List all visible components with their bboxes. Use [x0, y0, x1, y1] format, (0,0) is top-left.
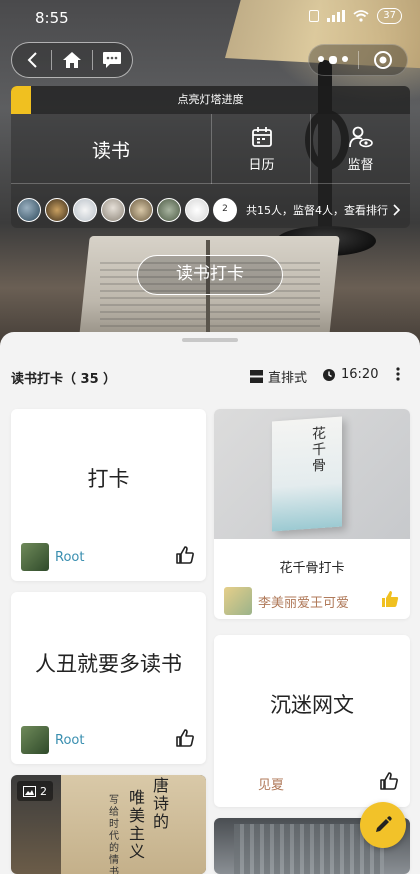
cover-text: 唐诗的 [153, 776, 170, 831]
card-username: 见夏 [258, 777, 285, 793]
avatar [224, 769, 252, 797]
write-checkin-button[interactable] [360, 802, 406, 848]
checkin-button[interactable]: 读书打卡 [137, 255, 283, 295]
wifi-icon [353, 10, 369, 22]
sheet-title: 读书打卡（ 35 ） [11, 372, 117, 387]
home-button[interactable] [52, 42, 91, 78]
layout-icon [250, 370, 263, 383]
checkin-card[interactable]: 人丑就要多读书 Root [11, 592, 206, 764]
sheet-menu-button[interactable] [396, 367, 400, 381]
back-icon [27, 52, 37, 68]
pencil-icon [376, 816, 392, 832]
message-button[interactable] [93, 42, 132, 78]
avatar [21, 726, 49, 754]
member-avatars[interactable]: 2 [17, 198, 237, 222]
message-icon [103, 52, 122, 68]
card-user[interactable]: 见夏 [224, 769, 284, 797]
read-tab[interactable]: 读书 [11, 114, 211, 184]
sheet-header: 读书打卡（ 35 ） 直排式 16:20 [0, 360, 420, 392]
avatar [101, 198, 125, 222]
layout-toggle[interactable]: 直排式 [250, 367, 307, 386]
avatar [45, 198, 69, 222]
progress-title: 点亮灯塔进度 [177, 93, 244, 106]
avatar [185, 198, 209, 222]
avatar [21, 543, 49, 571]
vertical-more-icon [396, 367, 400, 381]
sheet-handle[interactable] [182, 338, 238, 342]
checkin-card[interactable]: 沉迷网文 见夏 [214, 635, 410, 807]
status-time: 8:55 [35, 9, 69, 27]
nav-pill [11, 42, 133, 78]
card-user[interactable]: Root [21, 726, 84, 754]
signal-icon [327, 10, 346, 22]
avatar [224, 587, 252, 615]
card-username: 李美丽爱王可爱 [258, 595, 350, 611]
avatar [17, 198, 41, 222]
card-username: Root [55, 732, 85, 748]
panel-actions: 读书 日历 监督 [11, 114, 410, 184]
image-count-badge: 2 [17, 781, 53, 801]
card-username: Root [55, 549, 85, 565]
sim-icon [309, 10, 320, 22]
back-button[interactable] [12, 42, 51, 78]
ranking-summary: 共15人，监督4人，查看排行 [246, 204, 388, 217]
chevron-right-icon [393, 204, 400, 216]
avatar [73, 198, 97, 222]
more-dots-icon [318, 56, 325, 62]
time-label: 16:20 [341, 367, 379, 382]
supervise-icon [348, 126, 373, 147]
book-cover-title: 花千骨 [312, 425, 326, 475]
capsule-close-button[interactable] [358, 50, 407, 70]
status-icons: 37 [309, 8, 402, 24]
thumb-up-icon[interactable] [175, 545, 195, 565]
checkin-card[interactable]: 花千骨 花千骨打卡 李美丽爱王可爱 [214, 409, 410, 619]
thumb-up-icon[interactable] [379, 771, 399, 791]
mini-program-capsule [308, 44, 408, 76]
more-members-badge: 2 [213, 198, 237, 222]
home-icon [63, 52, 81, 68]
card-text: 人丑就要多读书 [35, 652, 182, 676]
battery-indicator: 37 [377, 8, 402, 24]
avatar [129, 198, 153, 222]
cover-text: 唯美主义 [129, 788, 146, 861]
card-text: 打卡 [87, 467, 130, 491]
progress-bar: 点亮灯塔进度 [11, 86, 410, 114]
card-text: 沉迷网文 [270, 693, 354, 717]
image-count-icon [23, 785, 36, 797]
thumb-up-icon[interactable] [380, 589, 400, 609]
card-caption: 花千骨打卡 [279, 561, 345, 576]
capsule-close-icon [373, 51, 392, 69]
calendar-icon [251, 126, 272, 147]
calendar-button[interactable]: 日历 [211, 114, 311, 184]
book-cover-image: 唐诗的 唯美主义 写给时代的情书 [61, 775, 206, 874]
checkin-card[interactable]: 唐诗的 唯美主义 写给时代的情书 2 [11, 775, 206, 874]
ranking-link[interactable]: 共15人，监督4人，查看排行 [246, 202, 400, 218]
thumb-up-icon[interactable] [175, 728, 195, 748]
calendar-label: 日历 [248, 157, 275, 173]
supervise-button[interactable]: 监督 [310, 114, 410, 184]
supervise-label: 监督 [347, 157, 374, 173]
more-button[interactable] [309, 56, 358, 64]
cover-text: 写给时代的情书 [109, 795, 119, 874]
card-user[interactable]: Root [21, 543, 84, 571]
card-user[interactable]: 李美丽爱王可爱 [224, 587, 349, 615]
book-cover: 花千骨 [272, 416, 342, 532]
lighthouse-panel: 点亮灯塔进度 读书 日历 监督 2 共15人，监督4人，查看排行 [11, 86, 410, 228]
image-count: 2 [40, 784, 47, 798]
clock-icon [323, 368, 335, 381]
status-bar: 8:55 37 [0, 0, 420, 36]
checkin-card[interactable]: 打卡 Root [11, 409, 206, 581]
avatar [157, 198, 181, 222]
layout-label: 直排式 [268, 371, 308, 386]
book-cover-image: 花千骨 [214, 409, 410, 539]
time-filter[interactable]: 16:20 [322, 367, 378, 382]
